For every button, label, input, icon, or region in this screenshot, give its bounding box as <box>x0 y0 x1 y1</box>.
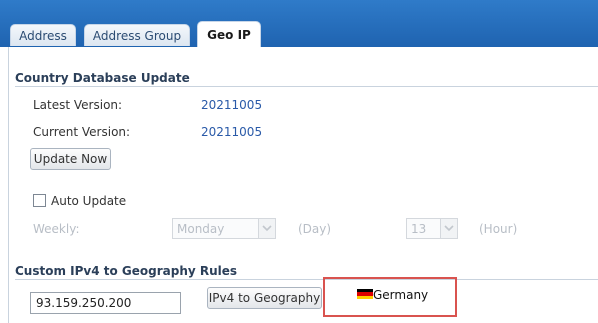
weekly-label: Weekly: <box>33 222 80 236</box>
geo-result-country: Germany <box>373 288 429 302</box>
germany-flag-icon <box>357 289 373 299</box>
hour-select-value: 13 <box>411 222 427 236</box>
hour-unit-label: (Hour) <box>479 222 518 236</box>
auto-update-checkbox[interactable] <box>33 194 46 207</box>
country-db-title: Country Database Update <box>15 71 190 85</box>
latest-version-label: Latest Version: <box>33 98 123 112</box>
section-divider <box>15 279 598 280</box>
current-version-label: Current Version: <box>33 125 131 139</box>
chevron-down-icon <box>440 219 457 238</box>
chevron-down-icon <box>258 219 275 238</box>
tab-geo-ip[interactable]: Geo IP <box>197 21 261 47</box>
day-unit-label: (Day) <box>298 222 332 236</box>
day-select[interactable]: Monday <box>172 218 276 239</box>
hour-select[interactable]: 13 <box>406 218 458 239</box>
section-divider <box>15 86 598 87</box>
current-version-value: 20211005 <box>201 125 263 139</box>
tab-address-group[interactable]: Address Group <box>84 24 190 46</box>
ipv4-to-geography-button[interactable]: IPv4 to Geography <box>207 287 322 309</box>
custom-rules-title: Custom IPv4 to Geography Rules <box>15 264 238 278</box>
tab-bar: Address Address Group Geo IP <box>0 0 598 47</box>
ip-address-input[interactable] <box>30 292 181 314</box>
auto-update-label: Auto Update <box>51 194 127 208</box>
geo-ip-panel <box>8 47 598 323</box>
tab-address[interactable]: Address <box>10 24 76 46</box>
update-now-button[interactable]: Update Now <box>30 148 111 170</box>
latest-version-value: 20211005 <box>201 98 263 112</box>
day-select-value: Monday <box>177 222 225 236</box>
flag-stripe <box>357 295 373 299</box>
